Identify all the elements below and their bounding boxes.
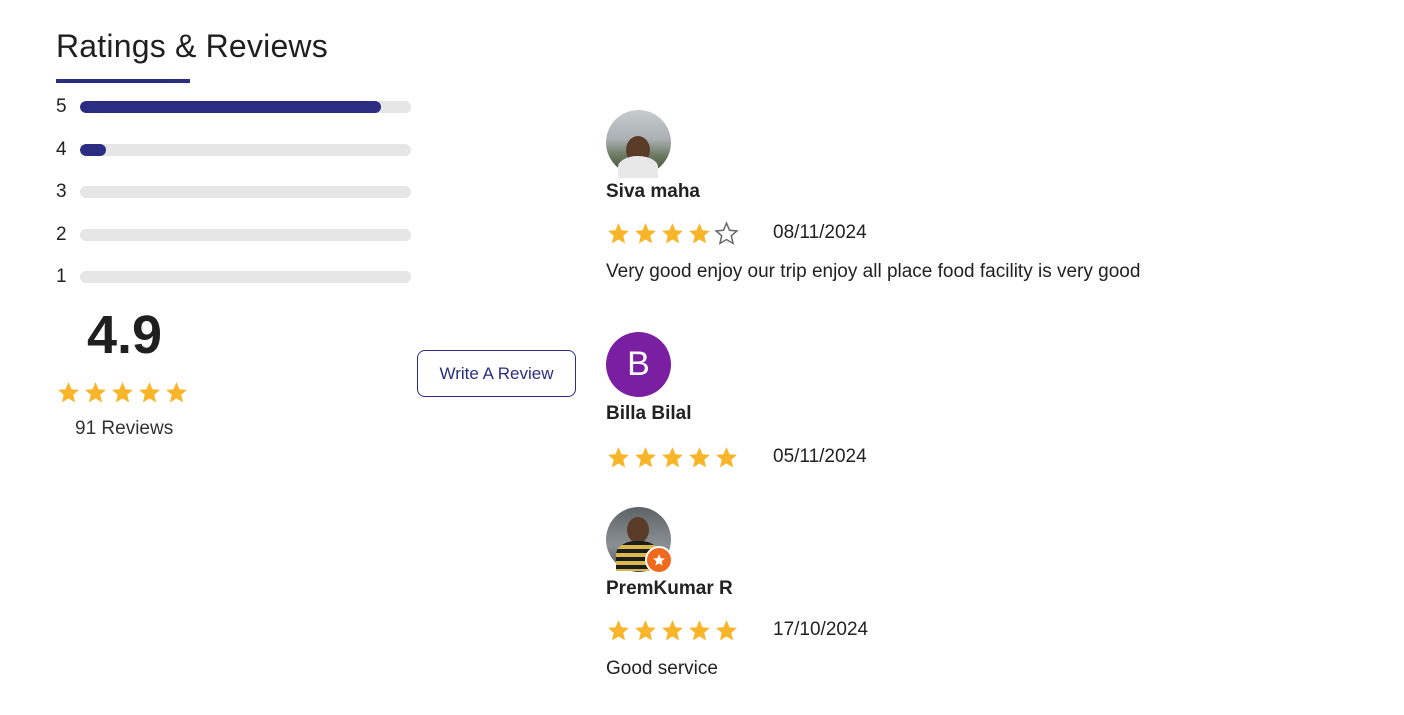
review-text: Very good enjoy our trip enjoy all place…	[606, 261, 1141, 282]
review-stars	[606, 618, 739, 643]
rating-bar-5: 5	[56, 96, 416, 118]
avatar[interactable]	[606, 110, 671, 178]
review-stars	[606, 445, 739, 470]
star-filled-icon	[608, 222, 629, 243]
avatar[interactable]	[606, 507, 673, 574]
rating-bar-fill	[80, 101, 382, 113]
star-filled-icon	[662, 446, 683, 467]
average-rating: 4.9	[87, 305, 163, 365]
rating-bar-label: 2	[56, 224, 67, 245]
average-stars	[56, 380, 189, 405]
title-underline	[56, 79, 190, 83]
review-date: 08/11/2024	[773, 222, 867, 243]
star-filled-icon	[58, 382, 79, 403]
star-filled-icon	[112, 382, 133, 403]
review-meta: 17/10/2024	[606, 616, 1366, 644]
reviewer-name: Billa Bilal	[606, 403, 692, 424]
rating-bar-4: 4	[56, 139, 416, 161]
rating-bar-label: 4	[56, 139, 67, 160]
rating-bar-1: 1	[56, 266, 416, 288]
review-item: B Billa Bilal 05/11/2024	[606, 332, 1366, 471]
star-filled-icon	[689, 619, 710, 640]
star-filled-icon	[139, 382, 160, 403]
star-filled-icon	[689, 222, 710, 243]
star-filled-icon	[608, 446, 629, 467]
rating-bar-fill	[80, 144, 107, 156]
section-title: Ratings & Reviews	[56, 28, 328, 64]
rating-bar-track	[80, 229, 411, 241]
review-date: 05/11/2024	[773, 446, 867, 467]
star-filled-icon	[716, 619, 737, 640]
rating-bar-label: 5	[56, 96, 67, 117]
star-filled-icon	[635, 222, 656, 243]
star-badge-icon	[653, 554, 665, 566]
avatar-shirt	[618, 156, 658, 178]
review-item: PremKumar R 17/10/2024 Good service	[606, 507, 1366, 680]
star-filled-icon	[608, 619, 629, 640]
star-filled-icon	[662, 619, 683, 640]
rating-bar-label: 1	[56, 266, 67, 287]
review-meta: 05/11/2024	[606, 443, 1366, 471]
write-review-button[interactable]: Write A Review	[417, 350, 576, 397]
reviewer-name: Siva maha	[606, 181, 700, 202]
rating-bar-2: 2	[56, 224, 416, 246]
rating-bar-track	[80, 271, 411, 283]
rating-bar-label: 3	[56, 181, 67, 202]
star-empty-icon	[714, 220, 739, 245]
rating-bar-track	[80, 144, 411, 156]
review-date: 17/10/2024	[773, 619, 869, 640]
avatar[interactable]: B	[606, 332, 671, 397]
review-text: Good service	[606, 658, 718, 679]
review-stars	[606, 220, 739, 246]
review-count: 91 Reviews	[75, 418, 174, 439]
star-filled-icon	[635, 446, 656, 467]
star-filled-icon	[662, 222, 683, 243]
rating-bar-track	[80, 186, 411, 198]
rating-bar-track	[80, 101, 411, 113]
reviewer-name: PremKumar R	[606, 578, 733, 599]
star-filled-icon	[635, 619, 656, 640]
star-filled-icon	[716, 446, 737, 467]
star-filled-icon	[85, 382, 106, 403]
star-filled-icon	[166, 382, 187, 403]
top-reviewer-badge	[645, 546, 673, 574]
review-item: Siva maha 08/11/2024 Very good enjoy our…	[606, 110, 1366, 283]
star-filled-icon	[689, 446, 710, 467]
review-meta: 08/11/2024	[606, 219, 1366, 247]
avatar-face	[627, 517, 649, 543]
rating-bar-3: 3	[56, 181, 416, 203]
